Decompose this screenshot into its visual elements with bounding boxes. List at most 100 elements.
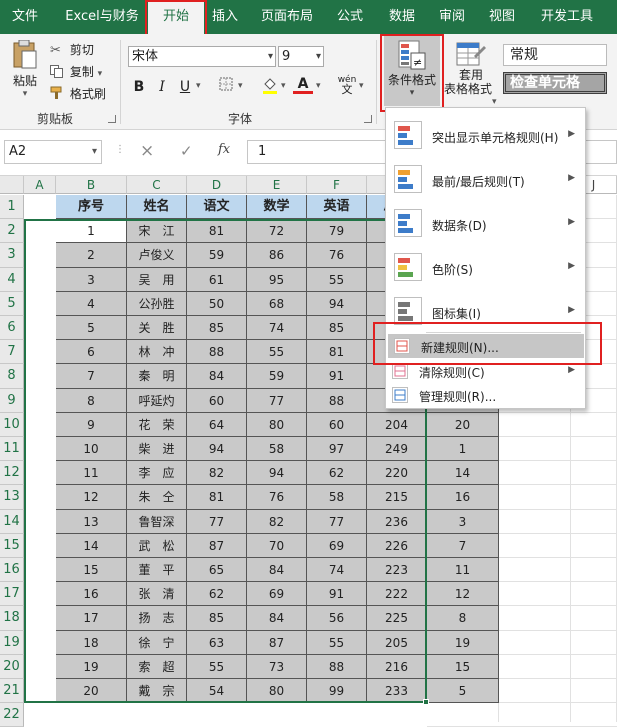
- header-cell-5[interactable]: 英语: [307, 195, 367, 220]
- table-cell[interactable]: 85: [307, 316, 367, 341]
- menu-item-icon-sets[interactable]: 图标集(I) ▶: [386, 292, 585, 332]
- table-cell[interactable]: 20: [427, 412, 499, 437]
- table-cell[interactable]: 55: [187, 654, 247, 679]
- font-color-dropdown-icon[interactable]: ▾: [316, 81, 321, 91]
- table-cell[interactable]: 64: [187, 412, 247, 437]
- table-cell[interactable]: 宋 江: [127, 219, 187, 244]
- table-cell[interactable]: 76: [247, 485, 307, 510]
- serial-cell[interactable]: 9: [56, 412, 127, 437]
- header-cell-2[interactable]: 姓名: [127, 195, 187, 220]
- serial-cell[interactable]: 19: [56, 654, 127, 679]
- table-cell[interactable]: 15: [427, 654, 499, 679]
- underline-button[interactable]: U: [175, 77, 195, 97]
- table-cell[interactable]: 19: [427, 630, 499, 655]
- copy-button[interactable]: 复制 ▾: [50, 63, 102, 81]
- bold-button[interactable]: B: [129, 77, 149, 97]
- conditional-formatting-button[interactable]: ≠ 条件格式 ▾: [384, 36, 440, 106]
- borders-button[interactable]: [216, 77, 236, 97]
- serial-cell[interactable]: 4: [56, 291, 127, 316]
- tab-home[interactable]: 开始: [148, 2, 204, 34]
- serial-cell[interactable]: 11: [56, 461, 127, 486]
- table-cell[interactable]: 73: [247, 654, 307, 679]
- table-cell[interactable]: 76: [307, 243, 367, 268]
- font-dialog-launcher-icon[interactable]: [364, 115, 372, 123]
- serial-cell[interactable]: 3: [56, 267, 127, 292]
- table-cell[interactable]: 62: [187, 582, 247, 607]
- serial-cell[interactable]: 6: [56, 340, 127, 365]
- font-color-button[interactable]: A: [293, 74, 313, 94]
- select-all-corner[interactable]: [0, 176, 24, 194]
- insert-function-icon[interactable]: fx: [218, 142, 230, 157]
- table-cell[interactable]: 59: [187, 243, 247, 268]
- table-cell[interactable]: 16: [427, 485, 499, 510]
- table-cell[interactable]: 扬 志: [127, 606, 187, 631]
- table-cell[interactable]: 233: [367, 679, 427, 704]
- row-header-7[interactable]: 7: [0, 340, 24, 365]
- table-cell[interactable]: 97: [307, 437, 367, 462]
- row-header-4[interactable]: 4: [0, 267, 24, 292]
- table-cell[interactable]: 55: [307, 630, 367, 655]
- table-cell[interactable]: 关 胜: [127, 316, 187, 341]
- table-cell[interactable]: 84: [247, 606, 307, 631]
- row-header-5[interactable]: 5: [0, 291, 24, 316]
- table-cell[interactable]: 56: [307, 606, 367, 631]
- serial-cell[interactable]: 13: [56, 509, 127, 534]
- row-header-3[interactable]: 3: [0, 243, 24, 268]
- row-header-13[interactable]: 13: [0, 485, 24, 510]
- table-cell[interactable]: 80: [247, 679, 307, 704]
- table-cell[interactable]: 94: [307, 291, 367, 316]
- row-header-22[interactable]: 22: [0, 703, 24, 727]
- table-cell[interactable]: 81: [187, 219, 247, 244]
- clipboard-dialog-launcher-icon[interactable]: [108, 115, 116, 123]
- serial-cell[interactable]: 15: [56, 558, 127, 583]
- tab-page-layout[interactable]: 页面布局: [255, 0, 319, 34]
- table-cell[interactable]: 董 平: [127, 558, 187, 583]
- table-cell[interactable]: 55: [247, 340, 307, 365]
- tab-data[interactable]: 数据: [382, 0, 422, 34]
- table-cell[interactable]: 86: [247, 243, 307, 268]
- table-cell[interactable]: 81: [307, 340, 367, 365]
- row-header-15[interactable]: 15: [0, 533, 24, 558]
- column-header-d[interactable]: D: [187, 176, 247, 194]
- table-cell[interactable]: 88: [307, 654, 367, 679]
- column-header-b[interactable]: B: [56, 176, 127, 194]
- style-normal[interactable]: 常规: [503, 44, 607, 66]
- header-cell-3[interactable]: 语文: [187, 195, 247, 220]
- table-cell[interactable]: 88: [307, 388, 367, 413]
- tab-developer[interactable]: 开发工具: [535, 0, 599, 34]
- serial-cell[interactable]: 1: [56, 219, 127, 244]
- table-cell[interactable]: 94: [187, 437, 247, 462]
- table-cell[interactable]: 249: [367, 437, 427, 462]
- table-cell[interactable]: 11: [427, 558, 499, 583]
- fill-color-dropdown-icon[interactable]: ▾: [281, 81, 286, 91]
- table-cell[interactable]: 14: [427, 461, 499, 486]
- table-cell[interactable]: 公孙胜: [127, 291, 187, 316]
- column-header-a[interactable]: A: [24, 176, 56, 194]
- table-cell[interactable]: 58: [247, 437, 307, 462]
- table-cell[interactable]: 236: [367, 509, 427, 534]
- table-cell[interactable]: 88: [187, 340, 247, 365]
- table-cell[interactable]: 5: [427, 679, 499, 704]
- phonetic-dropdown-icon[interactable]: ▾: [359, 81, 364, 91]
- row-header-2[interactable]: 2: [0, 219, 24, 244]
- table-cell[interactable]: 1: [427, 437, 499, 462]
- paste-dropdown-icon[interactable]: ▾: [8, 89, 42, 99]
- paste-button[interactable]: 粘贴 ▾: [8, 40, 42, 100]
- table-cell[interactable]: 84: [247, 558, 307, 583]
- menu-item-new-rule[interactable]: 新建规则(N)...: [388, 334, 584, 358]
- serial-cell[interactable]: 14: [56, 533, 127, 558]
- serial-cell[interactable]: 20: [56, 679, 127, 704]
- table-cell[interactable]: 林 冲: [127, 340, 187, 365]
- table-cell[interactable]: 秦 明: [127, 364, 187, 389]
- tab-review[interactable]: 审阅: [432, 0, 472, 34]
- table-cell[interactable]: 74: [247, 316, 307, 341]
- table-cell[interactable]: 索 超: [127, 654, 187, 679]
- table-cell[interactable]: 李 应: [127, 461, 187, 486]
- table-cell[interactable]: 79: [307, 219, 367, 244]
- table-cell[interactable]: 80: [247, 412, 307, 437]
- table-cell[interactable]: 戴 宗: [127, 679, 187, 704]
- table-cell[interactable]: 204: [367, 412, 427, 437]
- serial-cell[interactable]: 12: [56, 485, 127, 510]
- table-cell[interactable]: 85: [187, 606, 247, 631]
- table-cell[interactable]: 朱 仝: [127, 485, 187, 510]
